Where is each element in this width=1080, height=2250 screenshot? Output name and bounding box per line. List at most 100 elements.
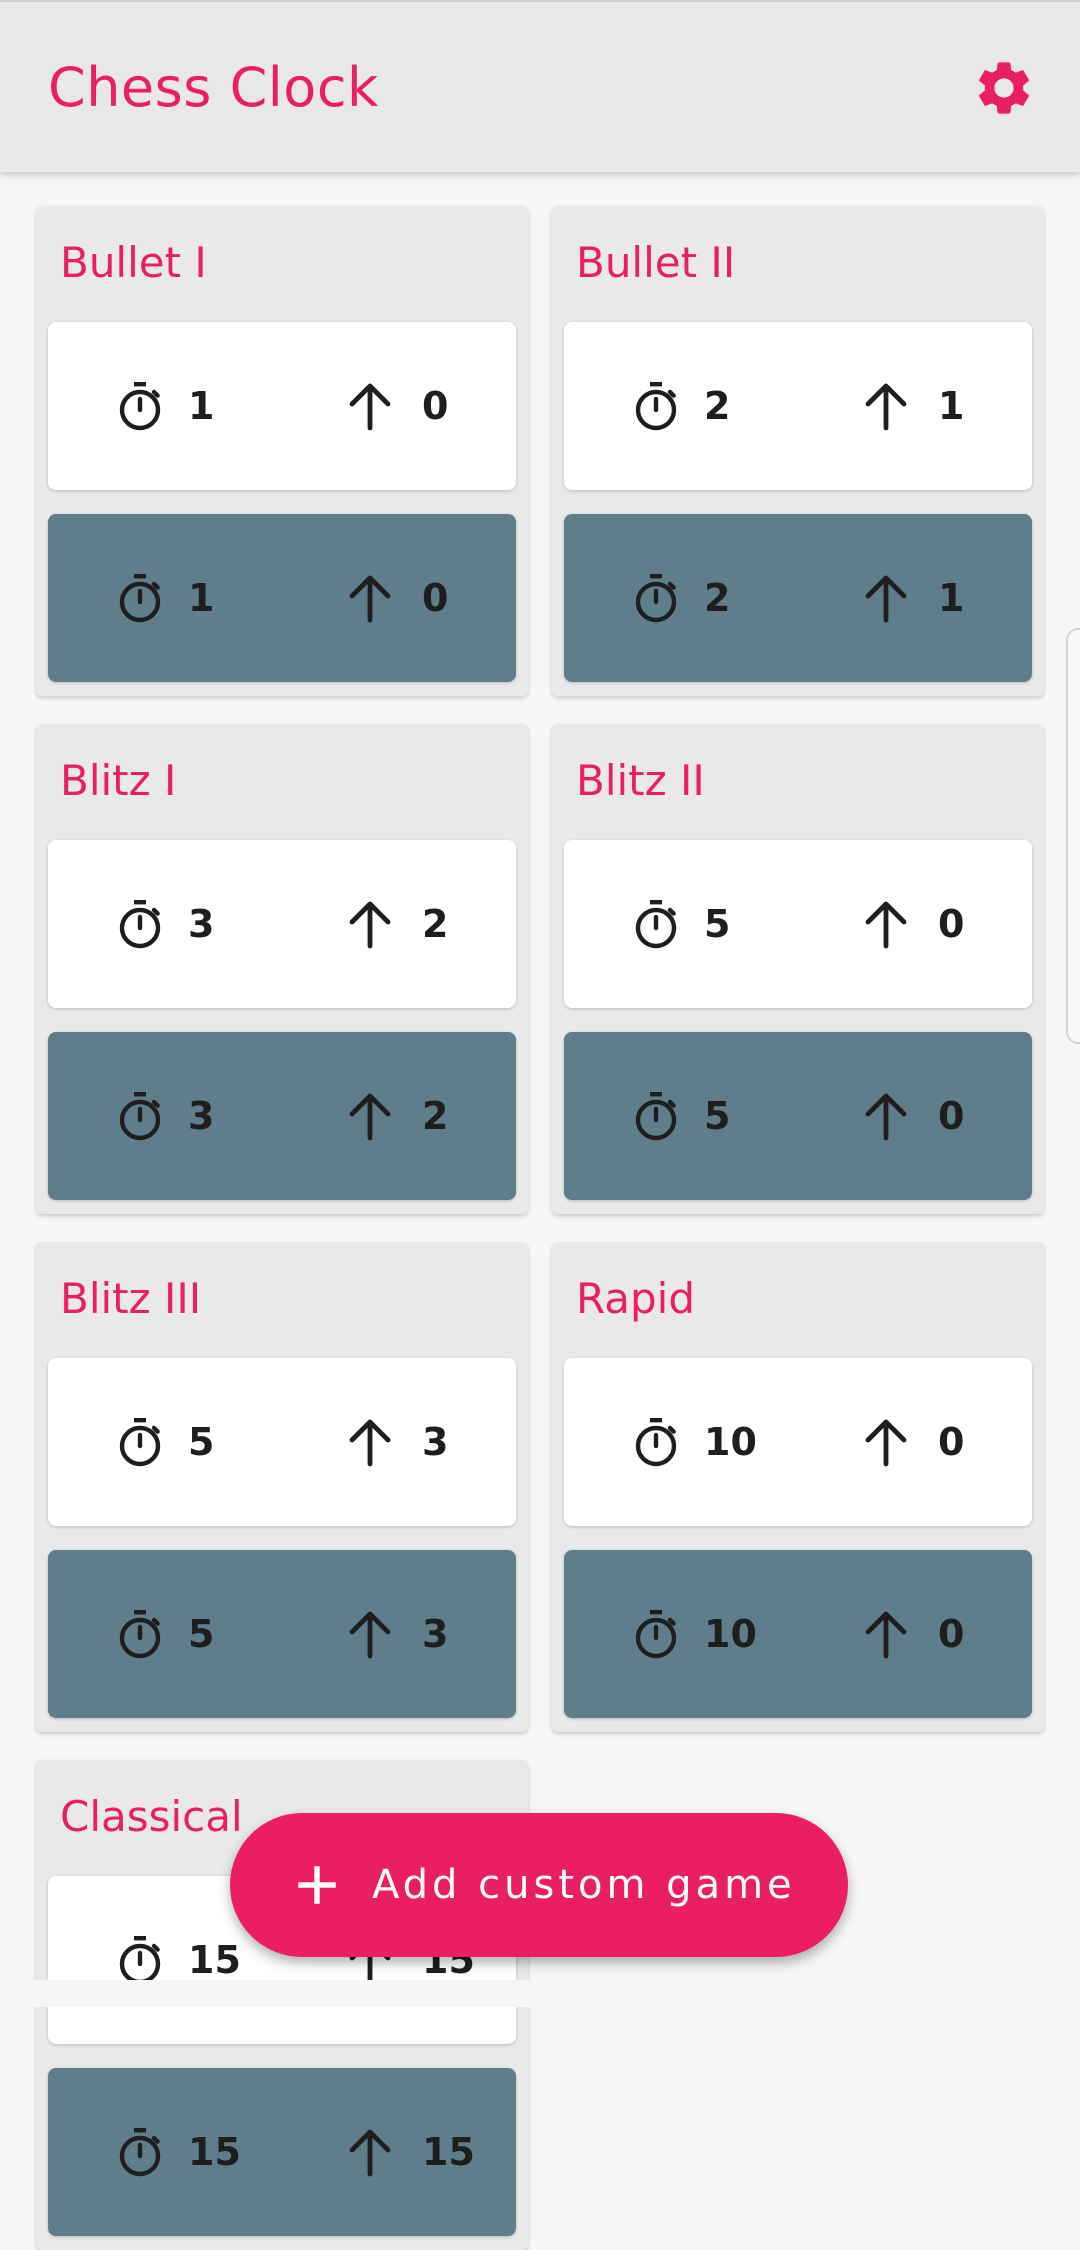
increment-group: 3 (346, 1550, 448, 1718)
increment-value: 2 (422, 902, 449, 946)
increment-value: 15 (422, 2130, 475, 2174)
timer-icon (635, 574, 677, 623)
arrow-up-icon (349, 575, 391, 623)
preset-title: Rapid (576, 1274, 695, 1323)
scrollbar-thumb[interactable] (1066, 628, 1080, 1044)
arrow-up-icon (865, 1611, 907, 1659)
preset-card[interactable]: Rapid 10 0 10 0 (552, 1242, 1044, 1732)
arrow-up-icon (349, 1093, 391, 1141)
black-player-settings: 10 0 (564, 1550, 1032, 1718)
white-player-settings: 10 (48, 322, 516, 490)
gear-icon (979, 62, 1029, 114)
timer-icon (119, 2128, 161, 2177)
increment-value: 0 (938, 902, 965, 946)
preset-title: Blitz III (60, 1274, 202, 1323)
time-value: 5 (704, 902, 731, 946)
preset-card[interactable]: Blitz III 5 3 5 3 (36, 1242, 528, 1732)
timer-icon (119, 574, 161, 623)
arrow-up-icon (865, 575, 907, 623)
time-group: 1 (116, 322, 214, 490)
timer-icon (119, 382, 161, 431)
black-player-settings: 21 (564, 514, 1032, 682)
increment-value: 0 (938, 1612, 965, 1656)
time-value: 10 (704, 1420, 757, 1464)
preset-card[interactable]: Blitz I3232 (36, 724, 528, 1214)
time-group: 1 (116, 514, 214, 682)
increment-group: 2 (346, 840, 448, 1008)
timer-icon (635, 900, 677, 949)
increment-value: 2 (422, 1094, 449, 1138)
increment-value: 0 (938, 1094, 965, 1138)
white-player-settings: 53 (48, 1358, 516, 1526)
time-group: 2 (632, 322, 730, 490)
timer-icon (635, 382, 677, 431)
arrow-up-icon (349, 901, 391, 949)
time-value: 5 (704, 1094, 731, 1138)
increment-value: 1 (938, 384, 965, 428)
time-group: 2 (632, 514, 730, 682)
preset-card[interactable]: Bullet I1010 (36, 206, 528, 696)
increment-group: 0 (862, 1358, 964, 1526)
settings-button[interactable] (972, 56, 1036, 120)
arrow-up-icon (865, 1093, 907, 1141)
app-title: Chess Clock (48, 56, 379, 119)
black-player-settings: 10 (48, 514, 516, 682)
black-player-settings: 50 (564, 1032, 1032, 1200)
arrow-up-icon (349, 1611, 391, 1659)
arrow-up-icon (349, 1419, 391, 1467)
arrow-up-icon (865, 1419, 907, 1467)
arrow-up-icon (349, 2129, 391, 2177)
black-player-settings: 32 (48, 1032, 516, 1200)
timer-icon (119, 1610, 161, 1659)
timer-icon (119, 900, 161, 949)
time-value: 15 (188, 2130, 241, 2174)
time-value: 2 (704, 576, 731, 620)
time-group: 5 (632, 1032, 730, 1200)
white-player-settings: 10 0 (564, 1358, 1032, 1526)
black-player-settings: 53 (48, 1550, 516, 1718)
preset-title: Bullet II (576, 238, 736, 287)
time-group: 15 (116, 1876, 241, 2044)
time-group: 5 (632, 840, 730, 1008)
arrow-up-icon (865, 383, 907, 431)
plus-icon (298, 1866, 336, 1904)
time-value: 15 (188, 1938, 241, 1982)
white-player-settings: 50 (564, 840, 1032, 1008)
time-value: 2 (704, 384, 731, 428)
increment-value: 1 (938, 576, 965, 620)
time-group: 5 (116, 1358, 214, 1526)
increment-group: 0 (346, 514, 448, 682)
preset-title: Bullet I (60, 238, 207, 287)
increment-group: 0 (862, 1550, 964, 1718)
app-bar: Chess Clock (0, 0, 1080, 172)
white-player-settings: 21 (564, 322, 1032, 490)
time-value: 5 (188, 1612, 215, 1656)
time-value: 10 (704, 1612, 757, 1656)
time-value: 5 (188, 1420, 215, 1464)
add-custom-game-button[interactable]: Add custom game (230, 1813, 848, 1957)
white-player-settings: 32 (48, 840, 516, 1008)
increment-group: 3 (346, 1358, 448, 1526)
increment-value: 0 (422, 576, 449, 620)
time-group: 15 (116, 2068, 241, 2236)
add-custom-game-label: Add custom game (372, 1862, 796, 1908)
arrow-up-icon (349, 383, 391, 431)
black-player-settings: 15 15 (48, 2068, 516, 2236)
time-group: 10 (632, 1550, 757, 1718)
time-value: 1 (188, 384, 215, 428)
timer-icon (635, 1610, 677, 1659)
time-value: 3 (188, 902, 215, 946)
increment-group: 2 (346, 1032, 448, 1200)
time-group: 5 (116, 1550, 214, 1718)
preset-title: Blitz II (576, 756, 705, 805)
bottom-edge (0, 1980, 1080, 2007)
time-value: 3 (188, 1094, 215, 1138)
preset-card[interactable]: Blitz II 5 0 5 0 (552, 724, 1044, 1214)
preset-card[interactable]: Bullet II 2 1 2 1 (552, 206, 1044, 696)
preset-title: Classical (60, 1792, 243, 1841)
increment-value: 3 (422, 1612, 449, 1656)
time-group: 10 (632, 1358, 757, 1526)
time-group: 3 (116, 840, 214, 1008)
timer-icon (635, 1418, 677, 1467)
time-group: 3 (116, 1032, 214, 1200)
